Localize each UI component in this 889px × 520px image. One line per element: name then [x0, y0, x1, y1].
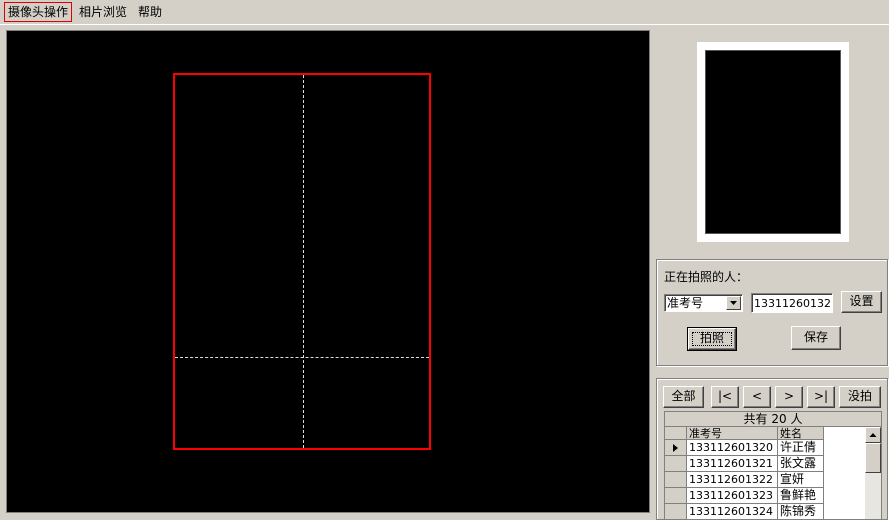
- chevron-up-icon: [869, 433, 877, 437]
- not-shot-filter-button[interactable]: 没拍: [839, 386, 881, 408]
- captured-photo-frame: [697, 42, 849, 242]
- camera-preview: [6, 30, 650, 513]
- menu-help[interactable]: 帮助: [135, 3, 165, 21]
- next-record-button[interactable]: >: [775, 386, 803, 408]
- first-record-button[interactable]: |<: [711, 386, 739, 408]
- grid-corner: [665, 427, 687, 440]
- scroll-thumb[interactable]: [865, 443, 881, 473]
- cell-id: 133112601324: [687, 504, 778, 519]
- table-row[interactable]: 133112601320 许正倩: [665, 440, 865, 456]
- row-indicator: [665, 488, 687, 504]
- cell-name: 鲁鲜艳: [778, 488, 824, 504]
- vertical-guide-line: [303, 75, 304, 448]
- capturing-person-label: 正在拍照的人：: [664, 270, 749, 284]
- field-select-value: 准考号: [667, 296, 704, 310]
- table-row[interactable]: 133112601324 陈锦秀: [665, 504, 865, 519]
- menu-photo-browse[interactable]: 相片浏览: [76, 3, 130, 21]
- table-row[interactable]: 133112601322 宣妍: [665, 472, 865, 488]
- row-indicator: [665, 472, 687, 488]
- focus-rect: [692, 332, 732, 346]
- shoot-button[interactable]: 拍照: [687, 327, 737, 351]
- menu-bar: 摄像头操作 相片浏览 帮助: [0, 0, 889, 24]
- captured-photo: [705, 50, 841, 234]
- row-indicator: [665, 504, 687, 519]
- table-row[interactable]: 133112601321 张文露: [665, 456, 865, 472]
- cell-id: 133112601322: [687, 472, 778, 488]
- current-row-arrow-icon: [673, 444, 678, 452]
- grid-count-title: 共有 20 人: [665, 412, 881, 427]
- row-indicator: [665, 456, 687, 472]
- show-all-button[interactable]: 全部: [663, 386, 704, 408]
- menu-separator: [0, 24, 889, 25]
- row-indicator: [665, 440, 687, 456]
- cell-id: 133112601320: [687, 440, 778, 456]
- horizontal-guide-line: [175, 357, 429, 358]
- candidate-id-input[interactable]: [751, 293, 833, 313]
- cell-name: 许正倩: [778, 440, 824, 456]
- crop-frame: [173, 73, 431, 450]
- field-select[interactable]: 准考号: [664, 294, 743, 312]
- cell-id: 133112601323: [687, 488, 778, 504]
- settings-button[interactable]: 设置: [841, 291, 882, 313]
- cell-name: 宣妍: [778, 472, 824, 488]
- prev-record-button[interactable]: <: [743, 386, 771, 408]
- chevron-down-icon[interactable]: [726, 296, 741, 310]
- cell-name: 张文露: [778, 456, 824, 472]
- candidate-grid: 共有 20 人 准考号 姓名 133112601320 许正倩 13311260…: [664, 411, 882, 520]
- save-button[interactable]: 保存: [791, 326, 841, 350]
- menu-camera-operations[interactable]: 摄像头操作: [4, 2, 73, 22]
- column-header-id[interactable]: 准考号: [687, 427, 778, 440]
- table-row[interactable]: 133112601323 鲁鲜艳: [665, 488, 865, 504]
- last-record-button[interactable]: >|: [807, 386, 835, 408]
- cell-name: 陈锦秀: [778, 504, 824, 519]
- cell-id: 133112601321: [687, 456, 778, 472]
- column-header-name[interactable]: 姓名: [778, 427, 824, 440]
- scroll-up-button[interactable]: [865, 427, 881, 443]
- grid-vertical-scrollbar[interactable]: [865, 427, 881, 519]
